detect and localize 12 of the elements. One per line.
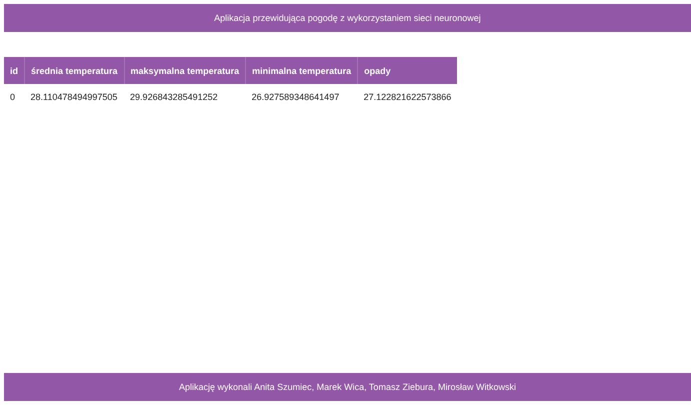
column-header: opady bbox=[358, 57, 458, 84]
table-cell: 27.122821622573866 bbox=[358, 84, 458, 110]
column-header: średnia temperatura bbox=[24, 57, 124, 84]
table-cell: 29.926843285491252 bbox=[124, 84, 246, 110]
column-header: minimalna temperatura bbox=[246, 57, 358, 84]
column-header: id bbox=[4, 57, 24, 84]
column-header: maksymalna temperatura bbox=[124, 57, 246, 84]
app-title: Aplikacja przewidująca pogodę z wykorzystaniem sieci neuronowej bbox=[214, 13, 481, 23]
table-cell: 28.110478494997505 bbox=[24, 84, 124, 110]
authors-text: Aplikację wykonali Anita Szumiec, Marek Wica, Tomasz Ziebura, Mirosław Witkowski bbox=[179, 382, 516, 392]
table-cell: 26.927589348641497 bbox=[246, 84, 358, 110]
table-cell: 0 bbox=[4, 84, 24, 110]
